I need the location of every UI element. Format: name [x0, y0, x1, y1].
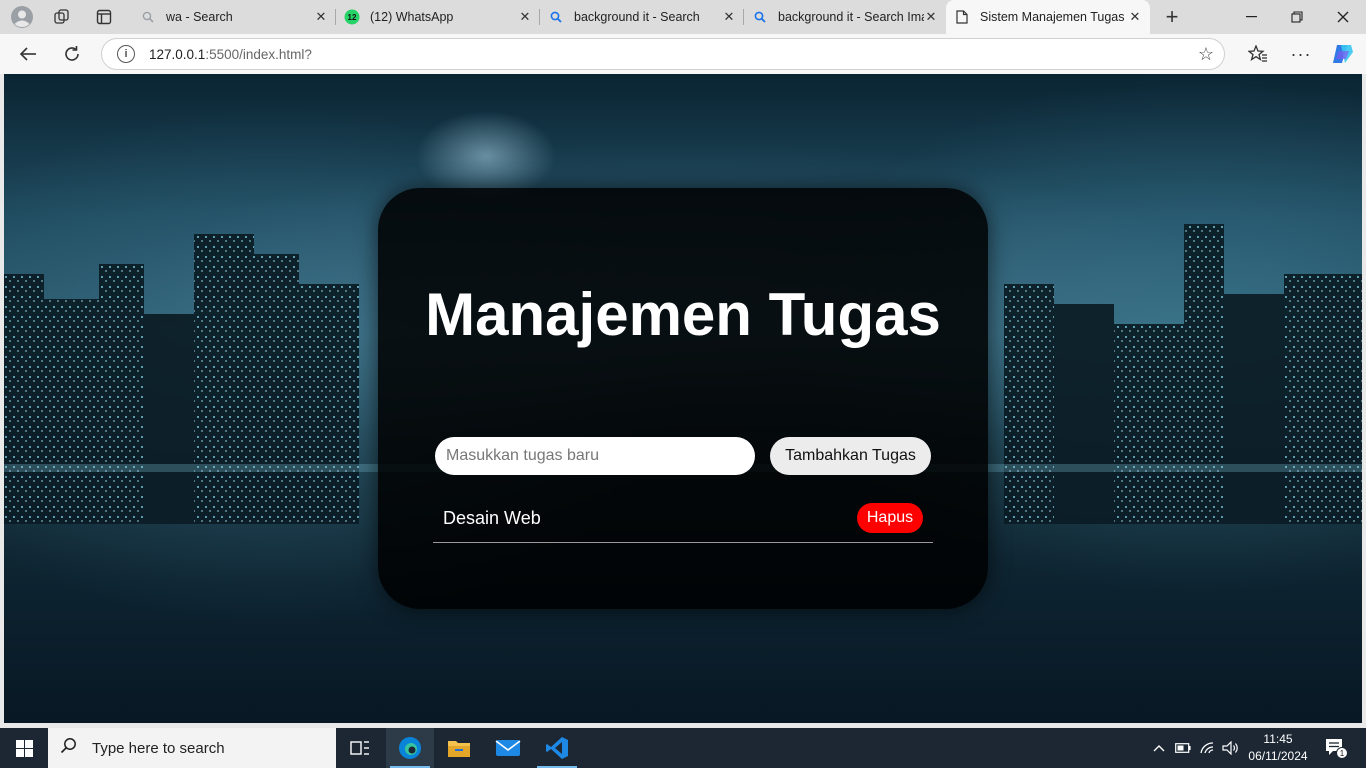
volume-icon[interactable]: [1220, 728, 1242, 768]
search-icon: [60, 737, 84, 759]
tab-actions-icon[interactable]: [93, 7, 115, 27]
copilot-icon[interactable]: [1328, 40, 1358, 68]
more-options-icon[interactable]: ···: [1286, 40, 1316, 68]
delete-task-button[interactable]: Hapus: [857, 503, 923, 533]
address-bar[interactable]: i 127.0.0.1:5500/index.html? ☆: [101, 38, 1225, 70]
tab-background-search[interactable]: background it - Search ✕: [540, 0, 744, 34]
search-icon: [752, 9, 768, 25]
mail-icon[interactable]: [484, 728, 532, 768]
new-tab-icon[interactable]: +: [1161, 4, 1183, 29]
search-icon: [548, 9, 564, 25]
new-task-input[interactable]: [435, 437, 755, 475]
taskbar-search-box[interactable]: Type here to search: [48, 728, 336, 768]
close-tab-icon[interactable]: ✕: [314, 9, 328, 25]
page-title: Manajemen Tugas: [425, 281, 941, 348]
close-window-icon[interactable]: [1320, 0, 1366, 34]
browser-toolbar: i 127.0.0.1:5500/index.html? ☆ ···: [0, 34, 1366, 74]
site-info-icon[interactable]: i: [117, 45, 135, 63]
restore-icon[interactable]: [1274, 0, 1320, 34]
windows-start-icon[interactable]: [0, 728, 48, 768]
workspaces-icon[interactable]: [51, 7, 73, 27]
task-text: Desain Web: [443, 508, 541, 528]
search-icon: [140, 9, 156, 25]
tab-title: background it - Search Ima: [778, 10, 924, 24]
whatsapp-badge: 12: [348, 13, 357, 22]
notification-count: 1: [1340, 749, 1345, 758]
minimize-icon[interactable]: [1228, 0, 1274, 34]
clock-date: 06/11/2024: [1248, 749, 1308, 763]
close-tab-icon[interactable]: ✕: [924, 9, 938, 25]
close-tab-icon[interactable]: ✕: [1128, 9, 1142, 25]
favorite-star-icon[interactable]: ☆: [1198, 44, 1214, 65]
vscode-icon[interactable]: [533, 728, 581, 768]
edge-app-icon[interactable]: [386, 728, 434, 768]
refresh-icon[interactable]: [57, 40, 87, 68]
wifi-icon[interactable]: [1197, 728, 1219, 768]
tab-title: (12) WhatsApp: [370, 10, 454, 24]
url-host: 127.0.0.1: [149, 46, 206, 62]
whatsapp-icon: 12: [344, 9, 360, 25]
battery-icon[interactable]: [1172, 728, 1194, 768]
tab-wa-search[interactable]: wa - Search ✕: [132, 0, 336, 34]
windows-taskbar: Type here to search 11:45 06/11/2024 1: [0, 728, 1366, 768]
close-tab-icon[interactable]: ✕: [518, 9, 532, 25]
task-view-icon[interactable]: [336, 728, 384, 768]
favorites-icon[interactable]: [1243, 40, 1273, 68]
show-hidden-icons-icon[interactable]: [1148, 728, 1170, 768]
page-icon: [954, 9, 970, 25]
clock-time: 11:45: [1263, 732, 1293, 746]
profile-avatar-icon[interactable]: [10, 6, 34, 28]
url-text[interactable]: 127.0.0.1:5500/index.html?: [149, 47, 312, 62]
tab-sistem-manajemen-tugas[interactable]: Sistem Manajemen Tugas ✕: [946, 0, 1150, 34]
page-viewport: Manajemen Tugas Tambahkan Tugas Desain W…: [4, 74, 1362, 723]
system-clock[interactable]: 11:45 06/11/2024: [1240, 728, 1316, 768]
tab-title: Sistem Manajemen Tugas: [980, 10, 1125, 24]
add-task-button[interactable]: Tambahkan Tugas: [770, 437, 931, 475]
tab-background-search-images[interactable]: background it - Search Ima ✕: [744, 0, 946, 34]
tab-title: background it - Search: [574, 10, 700, 24]
url-path: :5500/index.html?: [205, 46, 312, 62]
close-tab-icon[interactable]: ✕: [722, 9, 736, 25]
tab-whatsapp[interactable]: 12 (12) WhatsApp ✕: [336, 0, 540, 34]
tab-title: wa - Search: [166, 10, 233, 24]
browser-tab-strip: wa - Search ✕ 12 (12) WhatsApp ✕ backgro…: [0, 0, 1366, 34]
file-explorer-icon[interactable]: [435, 728, 483, 768]
back-arrow-icon[interactable]: [13, 40, 43, 68]
taskbar-search-placeholder: Type here to search: [92, 739, 225, 757]
task-list-item: Desain Web Hapus: [433, 501, 933, 543]
task-manager-card: Manajemen Tugas Tambahkan Tugas Desain W…: [378, 188, 988, 609]
notification-center-icon[interactable]: 1: [1318, 728, 1352, 768]
